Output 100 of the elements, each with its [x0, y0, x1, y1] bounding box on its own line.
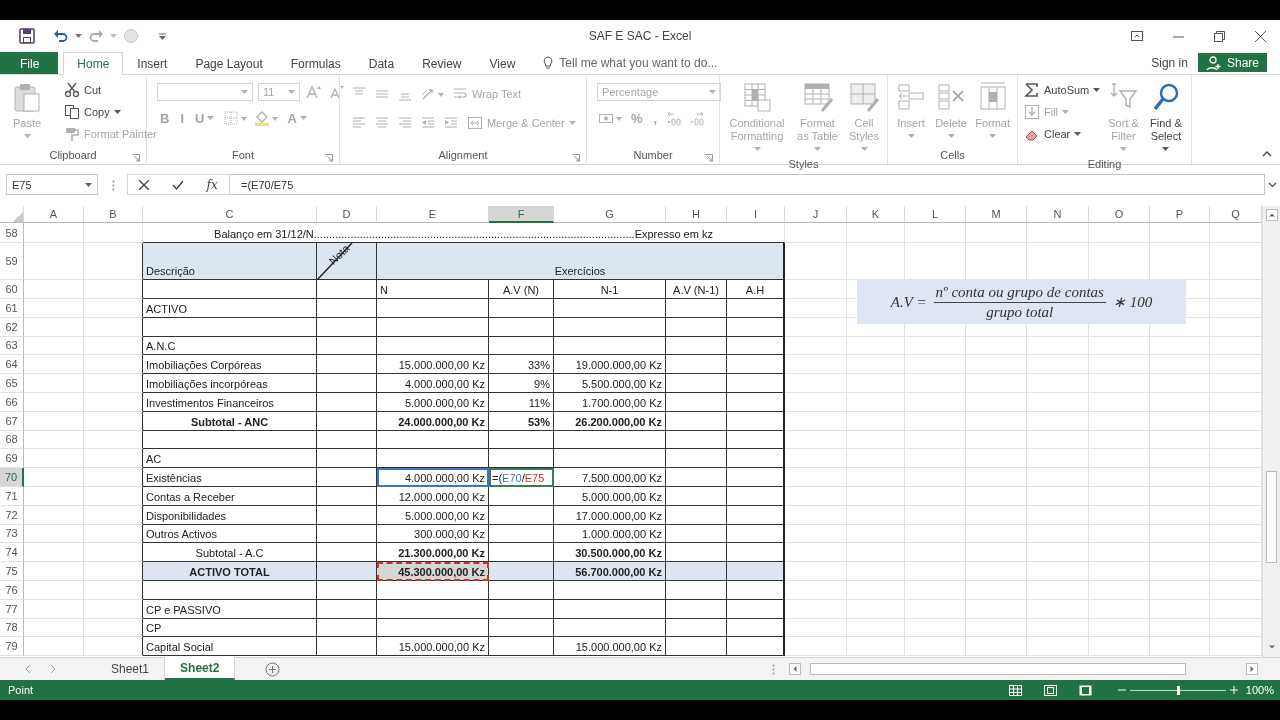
sign-in-link[interactable]: Sign in	[1151, 52, 1188, 74]
scroll-left-icon[interactable]	[789, 663, 801, 675]
previous-sheet-icon[interactable]	[25, 665, 31, 673]
column-header[interactable]: C	[143, 206, 317, 223]
page-layout-icon[interactable]	[1043, 684, 1057, 696]
row-header[interactable]: 77	[0, 599, 24, 619]
normal-view-icon[interactable]	[1008, 684, 1022, 696]
ribbon-button[interactable]: Cut	[62, 79, 159, 100]
empty-cell	[1027, 486, 1089, 506]
merge-icon	[467, 114, 483, 131]
cancel-icon[interactable]	[139, 179, 150, 190]
row-header[interactable]: 74	[0, 543, 24, 563]
row-header[interactable]: 72	[0, 505, 24, 525]
row-header[interactable]: 78	[0, 618, 24, 638]
row-header[interactable]: 68	[0, 430, 24, 450]
column-header[interactable]: K	[847, 206, 905, 223]
redo-icon[interactable]	[88, 28, 104, 44]
scroll-right-icon[interactable]	[1246, 663, 1258, 675]
ribbon-tab[interactable]: Home	[63, 52, 124, 75]
tell-me-field[interactable]: Tell me what you want to do...	[559, 56, 718, 70]
circle-icon[interactable]	[123, 28, 139, 44]
row-header[interactable]: 70	[0, 468, 24, 487]
launcher-icon[interactable]	[572, 154, 580, 162]
zoom-level[interactable]: 100%	[1245, 684, 1274, 696]
launcher-icon[interactable]	[325, 154, 333, 162]
ribbon-display-icon[interactable]	[1131, 31, 1143, 41]
row-header[interactable]: 59	[0, 243, 24, 280]
row-header[interactable]: 79	[0, 637, 24, 657]
column-header[interactable]: G	[554, 206, 666, 223]
empty-cell	[1089, 580, 1150, 600]
share-button[interactable]: Share	[1197, 53, 1267, 72]
formula-field[interactable]: =(E70/E75	[230, 174, 1265, 195]
column-header[interactable]: O	[1089, 206, 1150, 223]
table-cell[interactable]: =(E70/E75	[489, 468, 554, 487]
row-header[interactable]: 66	[0, 393, 24, 412]
zoom-slider[interactable]	[1176, 685, 1180, 695]
empty-cell	[785, 374, 847, 393]
row-header[interactable]: 63	[0, 336, 24, 356]
row-header[interactable]: 65	[0, 374, 24, 393]
row-header[interactable]: 60	[0, 280, 24, 299]
row-header[interactable]: 67	[0, 411, 24, 431]
row-header[interactable]: 58	[0, 223, 24, 243]
insert-function-button[interactable]: fx	[206, 177, 218, 192]
page-break-icon[interactable]	[1078, 684, 1092, 696]
customize-icon[interactable]	[159, 32, 166, 40]
launcher-icon[interactable]	[132, 154, 140, 162]
column-header[interactable]: B	[84, 206, 143, 223]
name-box[interactable]: E75	[6, 174, 98, 195]
column-header[interactable]: M	[966, 206, 1027, 223]
row-header[interactable]: 61	[0, 299, 24, 318]
ribbon-button[interactable]: Copy	[62, 101, 159, 122]
lightbulb-icon[interactable]	[543, 56, 554, 70]
ribbon-tab[interactable]: View	[475, 52, 530, 74]
close-icon[interactable]	[1255, 30, 1266, 42]
ribbon-button[interactable]: Clear	[1022, 123, 1103, 144]
row-header[interactable]: 71	[0, 486, 24, 506]
column-header[interactable]: H	[666, 206, 727, 223]
row-header[interactable]: 62	[0, 317, 24, 337]
ribbon-tab[interactable]: Data	[354, 52, 409, 74]
undo-icon[interactable]	[53, 28, 69, 44]
add-sheet-icon[interactable]	[265, 661, 281, 677]
column-header[interactable]: N	[1027, 206, 1089, 223]
file-menu[interactable]: File	[0, 52, 59, 74]
empty-cell	[727, 411, 785, 431]
empty-cell	[1027, 562, 1089, 581]
row-header[interactable]: 75	[0, 562, 24, 581]
ribbon-tab[interactable]: Formulas	[276, 52, 355, 74]
empty-cell	[24, 430, 84, 450]
row-header[interactable]: 64	[0, 355, 24, 375]
column-header[interactable]: I	[727, 206, 785, 223]
ribbon-tab[interactable]: Insert	[123, 52, 182, 74]
table-cell[interactable]: 4.000.000,00 Kz	[377, 468, 489, 487]
zoom-in-icon[interactable]	[1229, 686, 1238, 694]
expand-icon[interactable]	[1268, 182, 1277, 187]
zoom-out-icon[interactable]	[1117, 686, 1126, 694]
column-header[interactable]: L	[905, 206, 966, 223]
column-header[interactable]: J	[785, 206, 847, 223]
scroll-up-icon[interactable]	[1265, 209, 1278, 221]
restore-icon[interactable]	[1214, 30, 1225, 42]
enter-icon[interactable]	[171, 179, 184, 190]
scrollbar-thumb[interactable]	[810, 663, 1186, 675]
column-header[interactable]: D	[317, 206, 377, 223]
ribbon-tab[interactable]: Review	[408, 52, 476, 74]
scrollbar-thumb[interactable]	[1266, 471, 1277, 563]
next-sheet-icon[interactable]	[50, 665, 56, 673]
column-header[interactable]: F	[489, 206, 554, 223]
save-icon[interactable]	[19, 28, 35, 44]
row-header[interactable]: 76	[0, 580, 24, 600]
table-cell[interactable]: 45.300.000,00 Kz	[377, 562, 489, 581]
empty-cell	[1027, 505, 1089, 525]
sheet-tab[interactable]: Sheet2	[165, 657, 236, 680]
ribbon-button[interactable]: Find & Select	[1144, 79, 1187, 158]
empty-cell	[1150, 562, 1210, 581]
column-header[interactable]: A	[24, 206, 84, 223]
collapse-icon[interactable]	[1262, 151, 1272, 157]
launcher-icon[interactable]	[705, 154, 713, 162]
row-header[interactable]: 73	[0, 524, 24, 544]
ribbon-tab[interactable]: Page Layout	[181, 52, 277, 74]
column-header[interactable]: P	[1150, 206, 1210, 223]
ribbon-button[interactable]: AutoSum	[1022, 79, 1103, 100]
